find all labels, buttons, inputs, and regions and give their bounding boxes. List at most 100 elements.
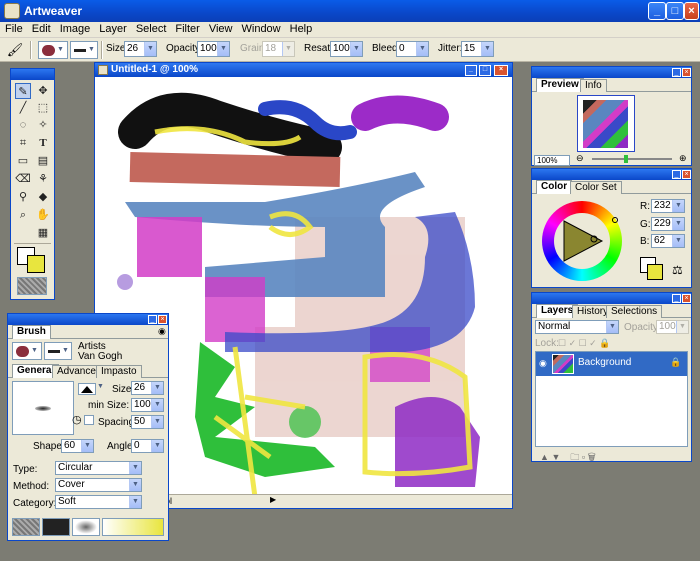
doc-close-button[interactable]: ×	[494, 65, 508, 76]
rectangle-shape-icon[interactable]: ▭	[15, 153, 31, 169]
g-field[interactable]: 229 ▼	[651, 217, 685, 231]
menu-select[interactable]: Select	[131, 22, 171, 35]
chevron-down-icon[interactable]: ▼	[151, 440, 163, 452]
menu-layer[interactable]: Layer	[94, 22, 131, 35]
menu-file[interactable]: File	[0, 22, 27, 35]
chevron-down-icon[interactable]: ▼	[151, 382, 163, 394]
tab-brush[interactable]: Brush	[12, 325, 51, 339]
visibility-eye-icon[interactable]: ◉	[539, 358, 547, 369]
close-button[interactable]: ×	[684, 2, 699, 20]
chevron-down-icon[interactable]: ▼	[81, 440, 93, 452]
zoom-slider-thumb[interactable]	[624, 155, 628, 163]
brush-variant-picker[interactable]: ▼	[44, 342, 72, 360]
size-field[interactable]: 26 ▼	[124, 41, 157, 57]
hand-icon[interactable]: ✋	[35, 207, 51, 223]
chevron-down-icon[interactable]: ▼	[672, 200, 684, 212]
panel-minimize-button[interactable]: _	[672, 294, 681, 303]
chevron-down-icon[interactable]: ▼	[129, 479, 141, 491]
brush-category-picker[interactable]: ▼	[12, 342, 42, 360]
nozzle-picker[interactable]	[72, 518, 100, 536]
zoom-icon[interactable]: ⌕	[15, 207, 31, 223]
menu-image[interactable]: Image	[55, 22, 95, 35]
brush-tool-icon[interactable]: ✎	[15, 83, 31, 99]
pressure-checkbox[interactable]	[84, 415, 94, 425]
category-select[interactable]: Soft ▼	[55, 495, 142, 509]
panel-minimize-button[interactable]: _	[672, 170, 681, 179]
tab-color-set[interactable]: Color Set	[570, 181, 622, 194]
lock-options[interactable]: ☐ ✓ ☐ ✓ 🔒	[558, 338, 618, 348]
foreground-color-swatch[interactable]	[647, 264, 663, 280]
menu-filter[interactable]: Filter	[170, 22, 203, 35]
pattern-picker[interactable]	[42, 518, 70, 536]
zoom-slider[interactable]	[592, 158, 672, 160]
chevron-down-icon[interactable]: ▼	[129, 496, 141, 508]
preview-thumbnail[interactable]	[577, 95, 635, 152]
panel-minimize-button[interactable]: _	[148, 315, 157, 324]
tab-color[interactable]: Color	[536, 180, 573, 194]
zoom-out-icon[interactable]: ⊖	[576, 153, 584, 164]
chevron-down-icon[interactable]: ▼	[606, 321, 618, 333]
chevron-down-icon[interactable]: ▼	[144, 42, 156, 56]
tab-impasto[interactable]: Impasto	[96, 365, 142, 378]
panel-menu-icon[interactable]: ◉	[158, 326, 166, 337]
layers-panel-title-bar[interactable]: _ ×	[532, 293, 691, 304]
angle-field[interactable]: 0 ▼	[131, 439, 164, 453]
b-field[interactable]: 62 ▼	[651, 234, 685, 248]
panel-close-button[interactable]: ×	[158, 315, 167, 324]
swap-colors-icon[interactable]: ⚖	[672, 263, 683, 277]
panel-close-button[interactable]: ×	[682, 170, 691, 179]
preview-zoom-field[interactable]: 100%	[534, 155, 570, 166]
delete-layer-icon[interactable]: 🗑	[588, 452, 596, 462]
chevron-down-icon[interactable]: ▼	[672, 235, 684, 247]
layer-row-background[interactable]: ◉ Background 🔒	[536, 352, 687, 376]
lasso-icon[interactable]: ◌	[15, 117, 31, 133]
chevron-down-icon[interactable]: ▼	[97, 383, 104, 390]
menu-window[interactable]: Window	[237, 22, 285, 35]
chevron-down-icon[interactable]: ▼	[129, 462, 141, 474]
r-field[interactable]: 232 ▼	[651, 199, 685, 213]
tab-preview[interactable]: Preview	[536, 78, 584, 92]
chevron-down-icon[interactable]: ▼	[151, 399, 163, 411]
chevron-down-icon[interactable]: ▼	[151, 416, 163, 428]
timer-icon[interactable]: ◷	[72, 413, 82, 426]
method-select[interactable]: Cover ▼	[55, 478, 142, 492]
doc-maximize-button[interactable]: □	[479, 65, 491, 76]
rect-select-icon[interactable]: ⬚	[35, 100, 51, 116]
new-group-icon[interactable]: 🗀	[570, 452, 579, 462]
min-size-field[interactable]: 100 ▼	[131, 398, 164, 412]
chevron-down-icon[interactable]: ▼	[672, 218, 684, 230]
bleed-field[interactable]: 0 ▼	[396, 41, 429, 57]
line-tool-icon[interactable]: ╱	[15, 100, 31, 116]
brush-panel-title-bar[interactable]: _ ×	[8, 314, 168, 325]
menu-view[interactable]: View	[204, 22, 237, 35]
status-arrow-icon[interactable]: ▶	[270, 495, 276, 504]
spacing-field[interactable]: 50 ▼	[131, 415, 164, 429]
magic-wand-icon[interactable]: ✧	[35, 117, 51, 133]
paint-bucket-icon[interactable]: ◆	[35, 189, 51, 205]
chevron-down-icon[interactable]: ▼	[217, 42, 229, 56]
foreground-color-swatch[interactable]	[27, 255, 45, 273]
panel-minimize-button[interactable]: _	[672, 68, 681, 77]
panel-close-button[interactable]: ×	[682, 68, 691, 77]
dab-profile-picker[interactable]	[78, 383, 96, 395]
grid-icon[interactable]: ▦	[35, 225, 51, 241]
document-title-bar[interactable]: Untitled-1 @ 100% _ □ ×	[95, 63, 512, 77]
move-down-icon[interactable]: ▼	[551, 452, 560, 462]
tab-selections[interactable]: Selections	[606, 305, 663, 318]
color-triangle[interactable]	[558, 217, 606, 265]
paper-texture-picker[interactable]	[12, 518, 40, 536]
text-tool-icon[interactable]: T	[35, 135, 51, 151]
brush-size-field[interactable]: 26 ▼	[131, 381, 164, 395]
clone-stamp-icon[interactable]: ⚘	[35, 171, 51, 187]
type-select[interactable]: Circular ▼	[55, 461, 142, 475]
color-panel-title-bar[interactable]: _ ×	[532, 169, 691, 180]
new-layer-icon[interactable]: ▫	[582, 452, 585, 462]
crop-icon[interactable]: ⌗	[15, 135, 31, 151]
move-tool-icon[interactable]: ✥	[35, 83, 51, 99]
opacity-field[interactable]: 100 ▼	[197, 41, 230, 57]
chevron-down-icon[interactable]: ▼	[481, 42, 493, 56]
preview-panel-title-bar[interactable]: _ ×	[532, 67, 691, 78]
blend-mode-select[interactable]: Normal ▼	[535, 320, 619, 334]
menu-edit[interactable]: Edit	[27, 22, 55, 35]
doc-minimize-button[interactable]: _	[465, 65, 477, 76]
